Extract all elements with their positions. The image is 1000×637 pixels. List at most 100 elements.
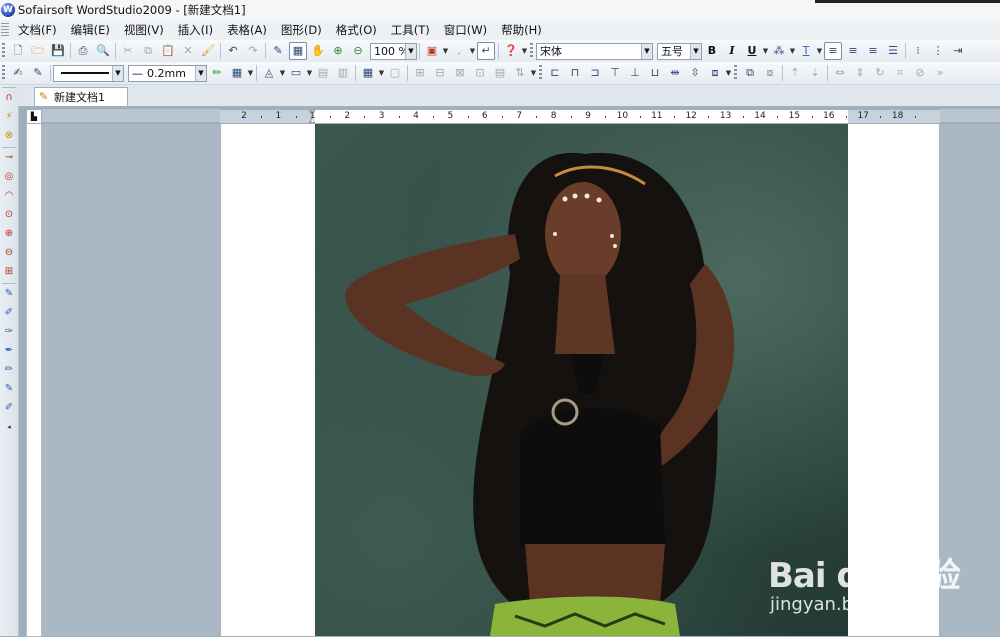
pencil-rect-icon[interactable]: ✏: [1, 362, 17, 378]
pencil-tool-icon[interactable]: ✎: [1, 286, 17, 302]
indent-icon[interactable]: ⇥: [949, 42, 967, 60]
justify-icon[interactable]: ☰: [884, 42, 902, 60]
menu-grip-icon[interactable]: [1, 23, 9, 37]
group-icon[interactable]: ⧉: [741, 64, 759, 82]
send-backward-icon[interactable]: ⇣: [806, 64, 824, 82]
snap-point-icon[interactable]: ⊙: [1, 207, 17, 223]
align-object-middle-icon[interactable]: ⊥: [626, 64, 644, 82]
font-name-select[interactable]: 宋体 ▼: [536, 42, 653, 60]
frame-icon[interactable]: ▭: [287, 64, 305, 82]
zoom-in-icon[interactable]: ⊕: [329, 42, 347, 60]
fill-color-icon[interactable]: ◬: [260, 64, 278, 82]
toolbar-grip-icon[interactable]: [539, 65, 542, 81]
menu-help[interactable]: 帮助(H): [494, 20, 549, 40]
align-object-bottom-icon[interactable]: ⊔: [646, 64, 664, 82]
grid-toggle-icon[interactable]: ▦: [289, 42, 307, 60]
line-color-icon[interactable]: ✏: [208, 64, 226, 82]
lock-icon[interactable]: ⊘: [911, 64, 929, 82]
paragraph-marks-icon[interactable]: ↵: [477, 42, 495, 60]
wrap-tight-icon[interactable]: ▥: [334, 64, 352, 82]
paste-icon[interactable]: 📋: [159, 42, 177, 60]
app-icon[interactable]: W: [1, 3, 15, 17]
menu-insert[interactable]: 插入(I): [171, 20, 220, 40]
snap-center-icon[interactable]: ⊕: [1, 226, 17, 242]
edit-shape-icon[interactable]: ✎: [29, 64, 47, 82]
hand-pan-icon[interactable]: ✋: [309, 42, 327, 60]
toolbar-grip-icon[interactable]: [530, 43, 533, 59]
more-icon[interactable]: »: [931, 64, 949, 82]
menu-file[interactable]: 文档(F): [11, 20, 64, 40]
menu-table[interactable]: 表格(A): [220, 20, 274, 40]
edit-frame-icon[interactable]: ✍: [9, 64, 27, 82]
open-folder-icon[interactable]: 🗁: [29, 42, 47, 60]
chevron-down-icon[interactable]: ▼: [195, 65, 206, 81]
chevron-down-icon[interactable]: ▼: [725, 69, 732, 77]
pencil-line-icon[interactable]: ✐: [1, 305, 17, 321]
chevron-down-icon[interactable]: ▼: [789, 47, 796, 55]
snap-line-icon[interactable]: ⊸: [1, 150, 17, 166]
delete-icon[interactable]: ✕: [179, 42, 197, 60]
merge-cells-icon[interactable]: ⊠: [451, 64, 469, 82]
wrap-icon[interactable]: ▤: [314, 64, 332, 82]
chevron-down-icon[interactable]: ▼: [279, 69, 286, 77]
line-width-select[interactable]: — 0.2mm ▼: [128, 64, 207, 82]
align-object-right-icon[interactable]: ⊐: [586, 64, 604, 82]
print-icon[interactable]: ⎙: [74, 42, 92, 60]
redo-icon[interactable]: ↷: [244, 42, 262, 60]
bold-button[interactable]: B: [703, 42, 721, 60]
bring-forward-icon[interactable]: ⇡: [786, 64, 804, 82]
chevron-down-icon[interactable]: ▼: [405, 43, 416, 59]
zoom-select[interactable]: 100 % ▼: [370, 42, 417, 60]
crop-icon[interactable]: ⌗: [891, 64, 909, 82]
align-left-icon[interactable]: ≡: [824, 42, 842, 60]
chevron-down-icon[interactable]: ▼: [521, 47, 528, 55]
menu-window[interactable]: 窗口(W): [437, 20, 494, 40]
toolbar-grip-icon[interactable]: [2, 65, 5, 81]
tab-document-1[interactable]: ✎ 新建文档1: [34, 87, 128, 106]
toolbar-grip-icon[interactable]: [734, 65, 737, 81]
format-painter-icon[interactable]: 🖌: [199, 42, 217, 60]
insert-picture-icon[interactable]: ▣: [423, 42, 441, 60]
flip-horizontal-icon[interactable]: ⇔: [831, 64, 849, 82]
chevron-down-icon[interactable]: ▼: [530, 69, 537, 77]
snap-arc-icon[interactable]: ◠: [1, 188, 17, 204]
copy-icon[interactable]: ⧉: [139, 42, 157, 60]
chevron-down-icon[interactable]: ▼: [442, 47, 449, 55]
help-icon[interactable]: ❓: [502, 42, 520, 60]
cut-icon[interactable]: ✂: [119, 42, 137, 60]
rotate-icon[interactable]: ↻: [871, 64, 889, 82]
chevron-down-icon[interactable]: ▼: [112, 65, 123, 81]
draw-icon[interactable]: ✎: [269, 42, 287, 60]
bullet-list-icon[interactable]: ⁝: [909, 42, 927, 60]
font-size-select[interactable]: 五号 ▼: [657, 42, 702, 60]
pencil-curve-icon[interactable]: ✑: [1, 324, 17, 340]
save-icon[interactable]: 💾: [49, 42, 67, 60]
insert-column-icon[interactable]: ⊟: [431, 64, 449, 82]
menu-format[interactable]: 格式(O): [329, 20, 384, 40]
pencil-circle-icon[interactable]: ✒: [1, 343, 17, 359]
numbered-list-icon[interactable]: ⋮: [929, 42, 947, 60]
align-center-icon[interactable]: ≡: [844, 42, 862, 60]
font-color-icon[interactable]: T: [797, 42, 815, 60]
snap-midpoint-icon[interactable]: ⊖: [1, 245, 17, 261]
line-style-select[interactable]: ▼: [53, 64, 124, 82]
align-right-icon[interactable]: ≡: [864, 42, 882, 60]
horizontal-ruler[interactable]: ▽ △ 2 1 1 2 3 4 5 6 7 8 9 10 11 12 13 14 15 16 17 18: [220, 109, 940, 124]
chevron-down-icon[interactable]: ▼: [762, 47, 769, 55]
snap-circle-icon[interactable]: ◎: [1, 169, 17, 185]
split-cells-icon[interactable]: ⊡: [471, 64, 489, 82]
chevron-down-icon[interactable]: ▼: [641, 43, 652, 59]
chevron-down-icon[interactable]: ▼: [469, 47, 476, 55]
text-effects-icon[interactable]: ⁂: [770, 42, 788, 60]
new-document-icon[interactable]: 🗋: [9, 42, 27, 60]
snap-grid-icon[interactable]: ⊞: [1, 264, 17, 280]
undo-icon[interactable]: ↶: [224, 42, 242, 60]
menu-edit[interactable]: 编辑(E): [64, 20, 117, 40]
menu-graphics[interactable]: 图形(D): [274, 20, 329, 40]
ungroup-icon[interactable]: ⧇: [761, 64, 779, 82]
menu-view[interactable]: 视图(V): [117, 20, 171, 40]
eraser-icon[interactable]: ⊗: [1, 128, 17, 144]
align-object-left-icon[interactable]: ⊏: [546, 64, 564, 82]
align-object-top-icon[interactable]: ⊤: [606, 64, 624, 82]
chevron-down-icon[interactable]: ▼: [306, 69, 313, 77]
